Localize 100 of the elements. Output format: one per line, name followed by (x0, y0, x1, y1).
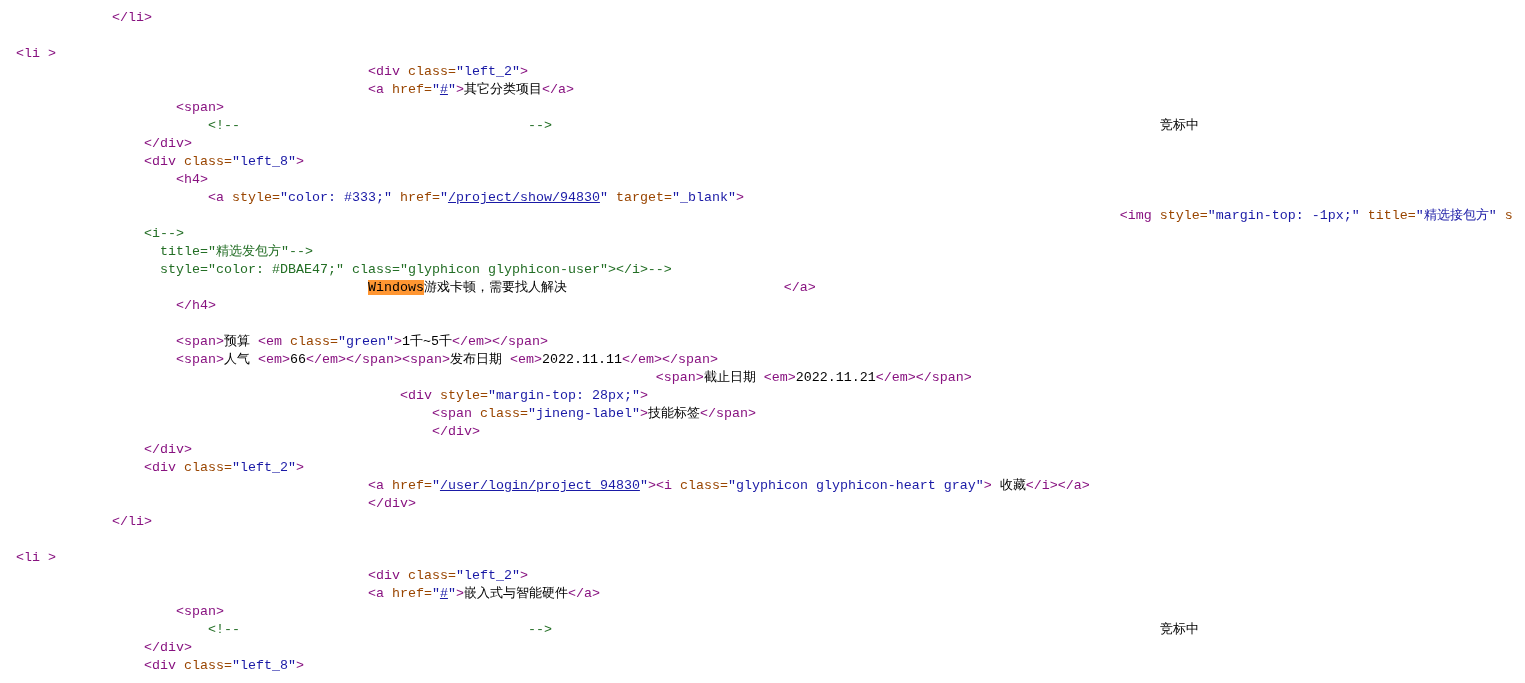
attribute-name: title= (1367, 208, 1416, 223)
html-tag: > (983, 478, 992, 493)
attribute-value: " (599, 190, 608, 205)
html-tag: <em (258, 334, 282, 349)
attribute-name: class= (407, 64, 456, 79)
text-content: 竞标中 (1159, 622, 1199, 637)
html-tag: </a> (541, 82, 574, 97)
html-tag: </i></a> (1025, 478, 1090, 493)
html-tag: <em> (763, 370, 796, 385)
link[interactable]: # (439, 586, 448, 601)
text-content: 嵌入式与智能硬件 (463, 586, 568, 601)
html-tag: <em> (258, 352, 290, 367)
html-tag: <div (144, 154, 176, 169)
html-tag: </div> (144, 442, 192, 457)
html-tag: <img (1119, 208, 1152, 223)
attribute-name: href= (399, 190, 440, 205)
html-tag: </a> (783, 280, 816, 295)
html-tag: </div> (144, 640, 192, 655)
html-tag: </a> (567, 586, 600, 601)
html-tag: <a (367, 82, 384, 97)
comment: style="color: #DBAE47;" class="glyphicon glyphicon-user"></i>--> (160, 262, 672, 277)
html-tag: > (296, 154, 304, 169)
html-tag: > (296, 658, 304, 673)
attribute-name: target= (615, 190, 672, 205)
comment: title="精选发包方"--> (160, 244, 313, 259)
text-content: 其它分类项目 (463, 82, 542, 97)
attribute-value: "left_2" (455, 64, 520, 79)
attribute-value: "left_2" (455, 568, 520, 583)
attribute-name: href= (391, 478, 432, 493)
attribute-value: " (439, 190, 448, 205)
attribute-value: " (447, 586, 456, 601)
html-tag: <div (367, 64, 400, 79)
link[interactable]: # (439, 82, 448, 97)
text-content: 2022.11.21 (795, 370, 876, 385)
html-tag: <li > (16, 46, 56, 61)
html-tag: <a (367, 478, 384, 493)
attribute-value: "glyphicon glyphicon-heart gray" (727, 478, 984, 493)
attribute-value: " (431, 586, 440, 601)
attribute-name: href= (391, 82, 432, 97)
attribute-value: "_blank" (671, 190, 736, 205)
attribute-name: class= (184, 154, 232, 169)
attribute-value: "jineng-label" (527, 406, 640, 421)
attribute-name: style= (231, 190, 280, 205)
html-tag: <span (431, 406, 472, 421)
attribute-name: class= (479, 406, 528, 421)
html-tag: </div> (367, 496, 416, 511)
html-tag: <div (144, 658, 176, 673)
text-content: 技能标签 (647, 406, 700, 421)
html-tag: <a (367, 586, 384, 601)
attribute-name: style= (1159, 208, 1208, 223)
attribute-name: class= (407, 568, 456, 583)
text-content: 1千~5千 (402, 334, 452, 349)
html-tag: <span> (655, 370, 704, 385)
html-tag: </em></span> (875, 370, 972, 385)
link[interactable]: /project/show/94830 (447, 190, 600, 205)
html-tag: > (639, 388, 648, 403)
attribute-value: " (639, 478, 648, 493)
attribute-value: "left_2" (232, 460, 296, 475)
html-tag: <em> (509, 352, 542, 367)
text-content: 截止日期 (703, 370, 757, 385)
html-tag: </div> (431, 424, 480, 439)
text-content: 2022.11.11 (541, 352, 622, 367)
html-tag: <span> (176, 334, 224, 349)
html-tag: <div (399, 388, 432, 403)
html-tag: </em></span> (452, 334, 548, 349)
text-content: 竞标中 (1159, 118, 1199, 133)
html-tag: </h4> (176, 298, 216, 313)
html-tag: > (455, 82, 464, 97)
html-tag: </em></span> (621, 352, 718, 367)
highlighted-text: Windows (367, 280, 424, 295)
html-tag: > (519, 64, 528, 79)
attribute-value: " (431, 478, 440, 493)
text-content: 收藏 (999, 478, 1026, 493)
comment: <!-- --> (207, 622, 552, 637)
html-tag: ><i (647, 478, 672, 493)
attribute-value: "green" (338, 334, 394, 349)
html-tag: <li > (16, 550, 56, 565)
html-tag: <span> (176, 604, 224, 619)
link[interactable]: /user/login/project_94830 (439, 478, 640, 493)
attribute-name: s (1504, 208, 1513, 223)
attribute-value: "left_8" (232, 658, 296, 673)
html-tag: </li> (112, 514, 152, 529)
html-tag: > (519, 568, 528, 583)
attribute-value: " (447, 82, 456, 97)
attribute-name: class= (184, 460, 232, 475)
comment: <i--> (144, 226, 184, 241)
attribute-name: href= (391, 586, 432, 601)
attribute-value: "精选接包方" (1415, 208, 1497, 223)
html-tag: </li> (112, 10, 152, 25)
attribute-value: "left_8" (232, 154, 296, 169)
html-tag: <span> (176, 352, 224, 367)
attribute-value: "color: #333;" (279, 190, 392, 205)
text-content: 发布日期 (449, 352, 503, 367)
attribute-value: "margin-top: 28px;" (487, 388, 640, 403)
html-tag: <a (207, 190, 224, 205)
html-tag: > (639, 406, 648, 421)
attribute-name: class= (184, 658, 232, 673)
html-tag: </em></span><span> (306, 352, 450, 367)
html-tag: <h4> (176, 172, 208, 187)
text-content: 预算 (224, 334, 251, 349)
